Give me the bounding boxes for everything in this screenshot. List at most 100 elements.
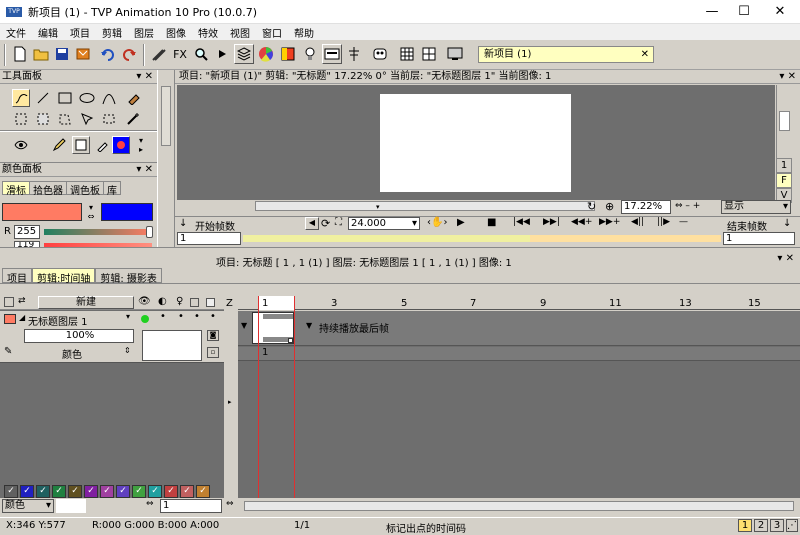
fps-dropdown[interactable]: 24.000 ▾ xyxy=(348,217,420,230)
swap-arrows-icon[interactable]: ⇔ xyxy=(146,499,154,509)
swatch-olive[interactable]: ✓ xyxy=(68,485,82,498)
timeline-track[interactable]: ▼ ▼ 持续播放最后帧 xyxy=(238,311,800,346)
start-frame-field[interactable]: 1 xyxy=(177,232,241,245)
canvas-area[interactable] xyxy=(177,85,775,200)
loop-icon[interactable]: ⟳ xyxy=(321,217,330,230)
swatch-cyan[interactable]: ✓ xyxy=(148,485,162,498)
swatch-blue[interactable]: ✓ xyxy=(20,485,34,498)
swatch-pink[interactable]: ✓ xyxy=(180,485,194,498)
swap-arrows-icon[interactable]: ⇔ xyxy=(226,499,234,509)
maximize-button[interactable]: ☐ xyxy=(728,0,760,24)
select-all-checkbox[interactable] xyxy=(4,297,14,307)
menu-effects[interactable]: 特效 xyxy=(192,25,224,40)
tab-timeline[interactable]: 剪辑:时间轴 xyxy=(32,268,96,285)
color-tool-icon[interactable] xyxy=(112,136,130,154)
hand-icon[interactable]: ‹✋› xyxy=(427,217,447,228)
scroll-thumb[interactable]: ▸ xyxy=(228,398,232,406)
tab-sliders[interactable]: 滑标 xyxy=(2,181,30,197)
magic-wand-icon[interactable] xyxy=(124,110,142,128)
prev-key-button[interactable]: ◀|| xyxy=(631,217,644,227)
menu-help[interactable]: 帮助 xyxy=(288,25,320,40)
layer-row[interactable]: ◢ 无标题图层 1 ▾ • • • • 100% ◙ ✎ 颜色 ⇕ ▫ xyxy=(0,311,224,363)
play-button[interactable]: ▶ xyxy=(457,217,465,228)
chevron-down-icon[interactable]: ▾ xyxy=(126,312,130,321)
page-button-1[interactable]: 1 xyxy=(738,519,752,532)
menu-window[interactable]: 窗口 xyxy=(256,25,288,40)
tab-palette[interactable]: 调色板 xyxy=(67,181,104,197)
swatch-gray[interactable]: ✓ xyxy=(4,485,18,498)
gradient-icon[interactable] xyxy=(278,44,298,64)
freehand-tool-icon[interactable] xyxy=(12,89,30,107)
timeline-grid[interactable]: ▼ ▼ 持续播放最后帧 1 xyxy=(238,296,800,498)
swatch-magenta[interactable]: ✓ xyxy=(100,485,114,498)
next-key-button[interactable]: ||▶ xyxy=(657,217,670,227)
end-frame-field[interactable]: 1 xyxy=(723,232,795,245)
timeline-hscroll[interactable] xyxy=(238,498,800,514)
swatch-red[interactable]: ✓ xyxy=(164,485,178,498)
swatch-purple[interactable]: ✓ xyxy=(84,485,98,498)
layer-list-scrollbar[interactable]: Z ▸ xyxy=(224,296,238,498)
r-slider[interactable] xyxy=(44,229,152,235)
scroll-track[interactable] xyxy=(244,501,794,511)
in-point-marker[interactable] xyxy=(258,296,259,498)
track-expand-icon[interactable]: ▼ xyxy=(241,321,247,330)
dot-icon[interactable]: • xyxy=(194,311,200,322)
menu-view[interactable]: 视图 xyxy=(224,25,256,40)
blend-mode-spinner[interactable]: ⇕ xyxy=(124,346,131,355)
side-tab-1[interactable]: 1 xyxy=(776,158,792,173)
camera-icon[interactable]: ◙ xyxy=(207,330,219,341)
swap-arrows-icon[interactable]: ▾ ▸ xyxy=(132,136,150,154)
close-project-tab-icon[interactable]: ✕ xyxy=(641,47,649,62)
layer-name[interactable]: 无标题图层 1 xyxy=(28,313,88,328)
swap-colors-icon[interactable]: ▾ ⇔ xyxy=(84,203,98,221)
timeline-ruler[interactable] xyxy=(238,296,800,310)
side-tab-f[interactable]: F xyxy=(776,173,792,188)
new-layer-button[interactable]: 新建 xyxy=(38,296,134,309)
menu-project[interactable]: 项目 xyxy=(64,25,96,40)
redo-icon[interactable] xyxy=(119,44,139,64)
zoom-controls[interactable]: ⇔ – + xyxy=(675,201,700,211)
light-dot-icon[interactable]: • xyxy=(178,311,184,322)
monitor-icon[interactable] xyxy=(445,44,465,64)
frame-range-bar[interactable] xyxy=(243,235,721,242)
r-value-field[interactable]: 255 xyxy=(14,225,40,239)
tab-project[interactable]: 项目 xyxy=(2,268,32,285)
grip-icon[interactable]: ⋰ xyxy=(786,519,798,532)
save-icon[interactable] xyxy=(52,44,72,64)
brush-tool-icon[interactable] xyxy=(149,44,169,64)
pin-icon[interactable] xyxy=(344,44,364,64)
menu-clip[interactable]: 剪辑 xyxy=(96,25,128,40)
secondary-color-swatch[interactable] xyxy=(101,203,153,221)
menu-image[interactable]: 图像 xyxy=(160,25,192,40)
lock-icon[interactable]: ◐ xyxy=(158,296,167,307)
eraser-tool-icon[interactable] xyxy=(72,136,90,154)
keyboard-icon[interactable] xyxy=(322,44,342,64)
menu-layer[interactable]: 图层 xyxy=(128,25,160,40)
prev-frame-button[interactable]: ◀◀+ xyxy=(571,217,592,227)
r-slider-handle[interactable] xyxy=(146,226,153,238)
panel-menu-icon[interactable]: ▾ ✕ xyxy=(779,70,796,84)
opacity-field[interactable]: 100% xyxy=(24,329,134,343)
grid-icon[interactable] xyxy=(397,44,417,64)
visibility-eye-icon[interactable]: 👁 xyxy=(138,296,151,307)
ellipse-tool-icon[interactable] xyxy=(78,89,96,107)
mask-icon[interactable] xyxy=(370,44,390,64)
expand-triangle-icon[interactable]: ◢ xyxy=(19,313,25,322)
menu-file[interactable]: 文件 xyxy=(0,25,32,40)
swatch-orange[interactable]: ✓ xyxy=(196,485,210,498)
tab-xsheet[interactable]: 剪辑: 摄影表 xyxy=(95,268,162,285)
tab-color-picker[interactable]: 拾色器 xyxy=(30,181,67,197)
bottom-mode-dropdown[interactable]: 颜色 ▾ xyxy=(2,499,54,513)
left-panel-scrollbar[interactable] xyxy=(157,70,175,247)
undo-icon[interactable] xyxy=(98,44,118,64)
page-button-3[interactable]: 3 xyxy=(770,519,784,532)
close-button[interactable]: ✕ xyxy=(760,0,800,24)
lightbulb-icon[interactable]: ♀ xyxy=(176,296,183,307)
next-frame-button[interactable]: ▶▶+ xyxy=(599,217,620,227)
fill-tool-icon[interactable] xyxy=(124,89,142,107)
square-icon[interactable] xyxy=(190,298,199,307)
play-icon[interactable] xyxy=(212,44,232,64)
scroll-thumb[interactable] xyxy=(779,111,790,131)
swatch-teal[interactable]: ✓ xyxy=(36,485,50,498)
swatch-lime[interactable]: ✓ xyxy=(132,485,146,498)
